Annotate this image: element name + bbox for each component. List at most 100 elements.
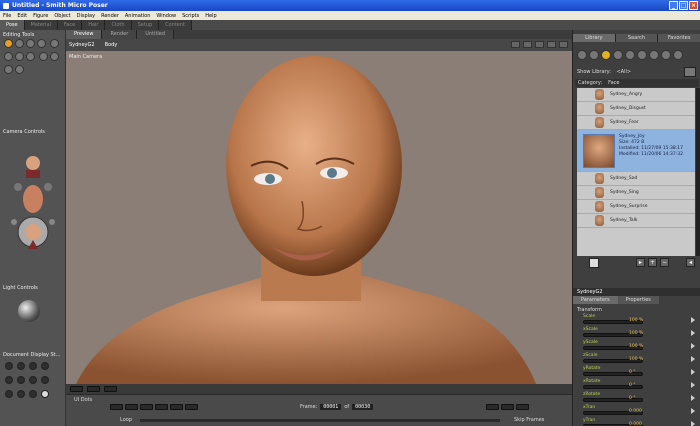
display-style-icon[interactable] — [5, 390, 13, 398]
display-style-icon[interactable] — [17, 376, 25, 384]
room-tab[interactable]: Cloth — [105, 20, 132, 30]
go-to-start-button[interactable] — [110, 404, 123, 410]
maximize-button[interactable]: □ — [679, 1, 688, 10]
parameter-value[interactable]: 100 % — [629, 331, 643, 336]
list-item[interactable]: Sydney_Surprise — [577, 200, 695, 214]
camera-view-icon[interactable] — [535, 41, 544, 48]
parameter-value[interactable]: 0.000 — [629, 409, 642, 414]
menu-item[interactable]: Animation — [125, 13, 151, 19]
depth-cue-icon[interactable] — [87, 386, 100, 392]
keyframe-button[interactable] — [486, 404, 499, 410]
show-library-dropdown[interactable]: <All> — [616, 69, 631, 75]
figures-category-icon[interactable] — [577, 50, 587, 60]
close-button[interactable]: × — [689, 1, 698, 10]
list-item[interactable]: Sydney_Sing — [577, 186, 695, 200]
menu-item[interactable]: Figure — [33, 13, 48, 19]
current-frame-field[interactable]: 00001 — [320, 404, 342, 410]
display-style-icon[interactable] — [41, 376, 49, 384]
display-style-icon[interactable] — [41, 390, 49, 398]
menu-item[interactable]: File — [3, 13, 11, 19]
list-item[interactable]: Sydney_Disgust — [577, 102, 695, 116]
add-library-icon[interactable] — [684, 67, 696, 77]
room-tab[interactable]: Setup — [131, 20, 160, 30]
loop-toggle[interactable]: Loop — [120, 417, 132, 423]
category-value[interactable]: Face — [608, 80, 619, 86]
menu-item[interactable]: Scripts — [182, 13, 199, 19]
viewport-tab[interactable]: Render — [102, 30, 138, 39]
parameter-value[interactable]: 0 ° — [629, 370, 636, 375]
parameter-group-transform[interactable]: Transform — [573, 306, 700, 314]
library-tab[interactable]: Search — [615, 34, 659, 42]
minimize-button[interactable]: _ — [669, 1, 678, 10]
keyframe-button[interactable] — [501, 404, 514, 410]
display-style-icon[interactable] — [5, 362, 13, 370]
scale-tool-icon[interactable] — [49, 39, 59, 48]
3d-viewport[interactable]: Main Camera — [66, 51, 572, 384]
go-to-end-button[interactable] — [185, 404, 198, 410]
timeline-slider[interactable] — [140, 419, 500, 422]
body-part-selector[interactable]: Body — [105, 42, 118, 48]
parameter-value[interactable]: 100 % — [629, 318, 643, 323]
camera-view-icon[interactable] — [511, 41, 520, 48]
hair-category-icon[interactable] — [613, 50, 623, 60]
room-tab[interactable]: Hair — [82, 20, 106, 30]
list-item[interactable]: Sydney_Fear — [577, 116, 695, 130]
display-style-icon[interactable] — [5, 376, 13, 384]
menu-item[interactable]: Edit — [17, 13, 27, 19]
camera-controls-widget[interactable] — [8, 137, 58, 272]
parameter-value[interactable]: 100 % — [629, 344, 643, 349]
library-scrollbar[interactable] — [696, 88, 700, 256]
room-tab[interactable]: Material — [24, 20, 58, 30]
color-tool-icon[interactable] — [26, 52, 35, 61]
viewport-tab[interactable]: Preview — [66, 30, 103, 39]
menu-item[interactable]: Help — [205, 13, 216, 19]
tracking-icon[interactable] — [104, 386, 117, 392]
poses-category-icon[interactable] — [589, 50, 599, 60]
stop-button[interactable] — [140, 404, 153, 410]
play-button[interactable] — [155, 404, 168, 410]
twist-tool-icon[interactable] — [15, 39, 24, 48]
keyframe-button[interactable] — [516, 404, 529, 410]
list-item[interactable]: Sydney_Angry — [577, 88, 695, 102]
parameter-tab[interactable]: Properties — [617, 296, 659, 304]
direct-manipulation-tool-icon[interactable] — [15, 65, 24, 74]
parameter-menu-arrow-icon[interactable] — [691, 369, 695, 375]
camera-view-icon[interactable] — [523, 41, 532, 48]
room-tab[interactable]: Face — [57, 20, 83, 30]
translate-in-out-tool-icon[interactable] — [37, 39, 46, 48]
floor-toggle-icon[interactable] — [70, 386, 83, 392]
lights-category-icon[interactable] — [649, 50, 659, 60]
parameter-menu-arrow-icon[interactable] — [691, 408, 695, 414]
translate-tool-icon[interactable] — [26, 39, 35, 48]
menu-item[interactable]: Render — [101, 13, 119, 19]
parameter-value[interactable]: 0.000 — [629, 422, 642, 426]
props-category-icon[interactable] — [637, 50, 647, 60]
list-item[interactable]: Sydney_Talk — [577, 214, 695, 228]
parameter-menu-arrow-icon[interactable] — [691, 343, 695, 349]
hands-category-icon[interactable] — [625, 50, 635, 60]
add-item-button[interactable]: + — [648, 258, 657, 267]
skip-frames-toggle[interactable]: Skip Frames — [514, 417, 544, 423]
parameter-menu-arrow-icon[interactable] — [691, 356, 695, 362]
menu-item[interactable]: Object — [54, 13, 70, 19]
view-magnifier-tool-icon[interactable] — [49, 52, 59, 61]
parameter-tab[interactable]: Parameters — [573, 296, 618, 304]
parameter-value[interactable]: 0 ° — [629, 396, 636, 401]
display-style-icon[interactable] — [17, 390, 25, 398]
room-tab[interactable]: Content — [159, 20, 193, 30]
step-back-button[interactable] — [125, 404, 138, 410]
menu-item[interactable]: Window — [156, 13, 176, 19]
cameras-category-icon[interactable] — [661, 50, 671, 60]
parameter-menu-arrow-icon[interactable] — [691, 421, 695, 426]
camera-view-icon[interactable] — [559, 41, 568, 48]
figure-selector[interactable]: SydneyG2 — [69, 42, 95, 48]
morphing-tool-icon[interactable] — [4, 65, 13, 74]
viewport-tab[interactable]: Untitled — [137, 30, 175, 39]
parameter-menu-arrow-icon[interactable] — [691, 395, 695, 401]
display-style-icon[interactable] — [29, 362, 37, 370]
library-tab[interactable]: Favorites — [658, 34, 700, 42]
room-tab[interactable]: Pose — [0, 20, 25, 30]
list-item[interactable]: Sydney_Joy Size: 472 B Installed: 11/27/09… — [577, 130, 695, 172]
camera-view-icon[interactable] — [547, 41, 556, 48]
light-sphere-widget[interactable] — [18, 300, 40, 322]
